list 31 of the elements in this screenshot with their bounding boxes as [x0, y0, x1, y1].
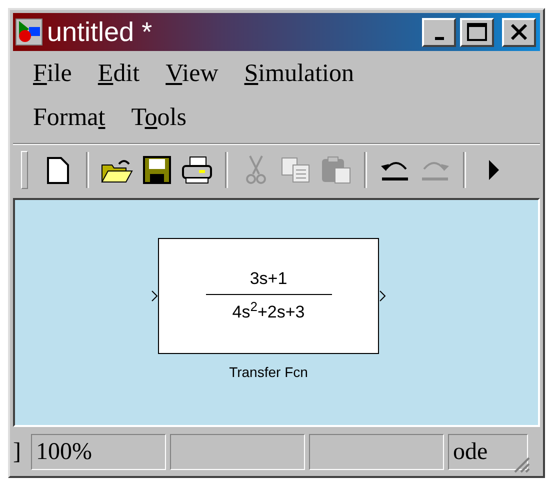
- block-label: Transfer Fcn: [229, 364, 308, 380]
- output-port-icon: [379, 290, 386, 302]
- close-button[interactable]: [502, 18, 536, 46]
- status-cell: ode: [448, 434, 528, 470]
- minimize-icon: [434, 36, 444, 40]
- menu-item[interactable]: Simulation: [244, 60, 354, 88]
- menu-item[interactable]: View: [166, 60, 218, 88]
- maximize-button[interactable]: [460, 18, 494, 46]
- menu-item[interactable]: Format: [33, 104, 106, 132]
- scissors-icon: [246, 155, 266, 185]
- status-text: ]: [13, 438, 22, 466]
- status-cell: 100%: [31, 434, 166, 470]
- menu-item[interactable]: Tools: [131, 104, 186, 132]
- menu-item[interactable]: Edit: [98, 60, 140, 88]
- numerator: 3s+1: [206, 269, 332, 296]
- denominator: 4s$^{2}$+2s+3: [232, 298, 305, 323]
- model-app-icon: [15, 18, 43, 46]
- right-triangle-icon: [488, 159, 500, 181]
- clipboard-icon: [321, 156, 351, 184]
- close-icon: [510, 23, 528, 41]
- folder-icon: [101, 157, 133, 183]
- window-title: untitled *: [47, 16, 154, 48]
- minimize-button[interactable]: [422, 18, 456, 46]
- input-port-icon: [151, 290, 158, 302]
- toolbar-grip[interactable]: [21, 151, 28, 189]
- copy-icon: [281, 157, 311, 183]
- menu-item[interactable]: File: [33, 60, 72, 88]
- new-document-icon: [47, 156, 69, 184]
- transfer-function-block[interactable]: 3s+1 4s$^{2}$+2s+3: [158, 238, 379, 354]
- printer-icon: [181, 156, 213, 184]
- maximize-icon: [467, 23, 487, 41]
